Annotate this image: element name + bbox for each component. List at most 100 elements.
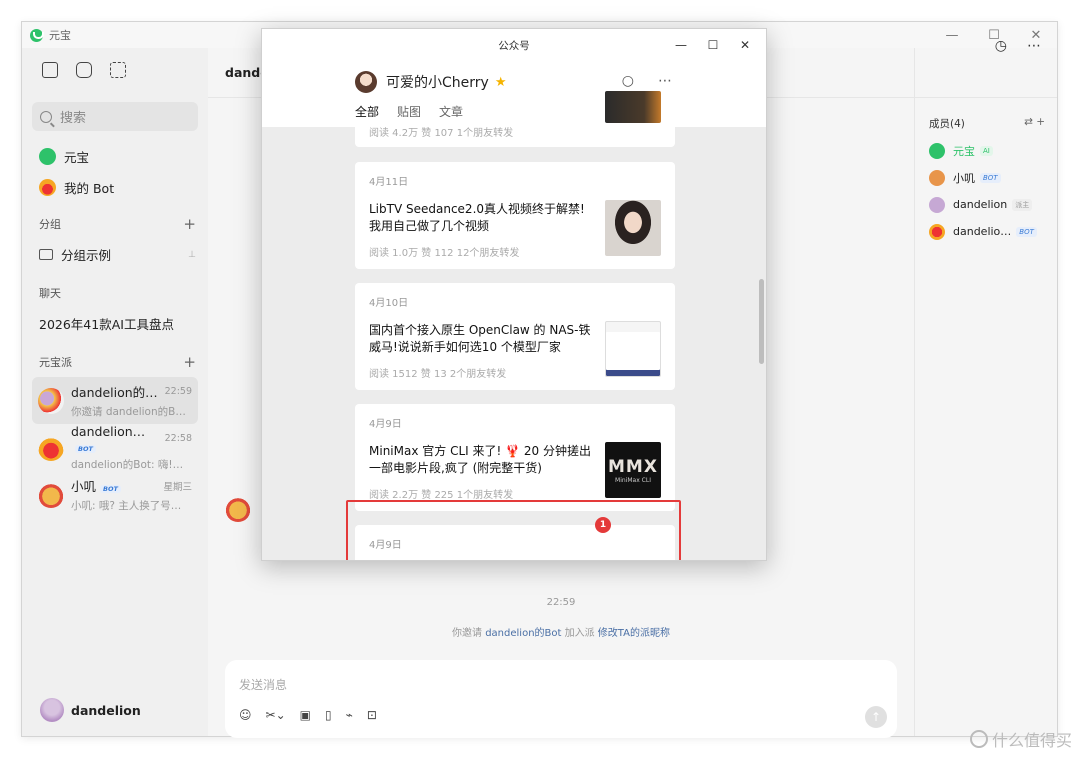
members-title: 成员(4) — [929, 118, 965, 130]
article-card[interactable]: 4月11日 LibTV Seedance2.0真人视频终于解禁!我用自己做了几个… — [355, 162, 675, 269]
app-title: 元宝 — [49, 29, 71, 42]
popup-maximize-button[interactable]: ☐ — [698, 29, 728, 61]
sidebar-item-group-example[interactable]: 分组示例 ⊥ — [22, 239, 208, 270]
composer[interactable]: 发送消息 ☺ ✂⌄ ▣ ▯ ⌁ ⊡ ↑ — [225, 660, 897, 738]
yuanbao-icon — [39, 148, 56, 165]
select-icon[interactable] — [110, 62, 126, 78]
current-user[interactable]: dandelion — [40, 698, 141, 722]
sidebar-item-chat[interactable]: 2026年41款AI工具盘点 — [22, 308, 208, 339]
chat-item[interactable]: 小叽 BOT 星期三 小叽: 哦? 主人换了号… — [32, 471, 198, 518]
article-thumbnail: MMX MiniMax CLI — [605, 442, 661, 498]
sidebar-item-my-bot[interactable]: 我的 Bot — [22, 172, 208, 203]
sidebar-item-label: 2026年41款AI工具盘点 — [39, 317, 174, 332]
popup-close-button[interactable]: ✕ — [730, 29, 760, 61]
watermark-text: 什么值得买 — [991, 731, 1072, 750]
article-card[interactable]: 4月10日 国内首个接入原生 OpenClaw 的 NAS-铁威马!说说新手如何… — [355, 283, 675, 390]
chat-item[interactable]: dandelion… BOT 22:58 dandelion的Bot: 嗨!… — [32, 424, 198, 471]
yuanbao-logo-icon — [30, 28, 44, 42]
article-date: 4月11日 — [369, 177, 409, 188]
popup-minimize-button[interactable]: — — [666, 29, 696, 61]
share-icon[interactable]: ⊡ — [367, 708, 377, 722]
chat-preview: 小叽: 哦? 主人换了号… — [71, 500, 182, 512]
minimize-button[interactable]: — — [931, 22, 973, 48]
chat-preview: dandelion的Bot: 嗨!… — [71, 458, 184, 471]
bot-icon — [39, 179, 56, 196]
search-placeholder: 搜索 — [60, 111, 87, 126]
search-icon[interactable]: ○ — [622, 73, 634, 89]
sidebar-item-yuanbao[interactable]: 元宝 — [22, 141, 208, 172]
article-feed: 阅读 4.2万 赞 107 1个朋友转发 4月11日 LibTV Seedanc… — [262, 91, 766, 560]
more-icon[interactable]: ⋯ — [658, 73, 672, 89]
article-thumbnail — [605, 321, 661, 377]
user-name: dandelion — [71, 702, 141, 718]
star-icon[interactable]: ★ — [495, 75, 507, 90]
search-icon — [40, 110, 52, 123]
article-thumbnail — [605, 200, 661, 256]
member-item[interactable]: dandelion 派主 — [915, 191, 1057, 218]
thumb-subtext: MiniMax CLI — [615, 476, 651, 484]
sidebar-item-label: 元宝 — [64, 150, 90, 165]
article-meta: 阅读 4.2万 赞 107 1个朋友转发 — [369, 128, 514, 139]
chat-item[interactable]: dandelion的… 22:59 你邀请 dandelion的Bo… — [32, 377, 198, 424]
role-badge: AI — [980, 145, 993, 156]
official-account-window: 公众号 — ☐ ✕ 可爱的小Cherry ★ ○ ⋯ 全部 贴图 文章 阅读 4… — [261, 28, 767, 561]
history-icon[interactable]: ◷ — [995, 38, 1007, 54]
scissors-icon[interactable]: ✂⌄ — [266, 708, 286, 722]
member-item[interactable]: 元宝 AI — [915, 137, 1057, 164]
xiaoji-avatar — [929, 169, 945, 186]
search-input[interactable]: 搜索 — [32, 102, 198, 131]
article-card[interactable]: 4月9日 MiniMax 官方 CLI 来了! 🦞 20 分钟搓出一部电影片段,… — [355, 404, 675, 511]
chat-preview: 你邀请 dandelion的Bo… — [71, 406, 192, 418]
more-icon[interactable]: ⋯ — [1027, 38, 1041, 54]
members-actions[interactable]: ⇄ + — [1024, 116, 1045, 131]
group-avatar — [38, 387, 64, 414]
link-icon[interactable]: ⌁ — [346, 708, 353, 722]
bot-badge: BOT — [75, 444, 96, 453]
note-bot-link[interactable]: dandelion的Bot — [485, 628, 561, 639]
article-title: MiniMax 官方 CLI 来了! 🦞 20 分钟搓出一部电影片段,疯了 (附… — [369, 444, 591, 475]
add-group-icon[interactable]: + — [183, 215, 196, 233]
file-icon[interactable]: ▯ — [325, 708, 332, 722]
member-item[interactable]: 小叽 BOT — [915, 164, 1057, 191]
bot-message-avatar — [225, 496, 251, 522]
chat-time: 星期三 — [163, 481, 192, 493]
rename-link[interactable]: 修改TA的派昵称 — [598, 628, 670, 639]
emoji-icon[interactable]: ☺ — [239, 708, 252, 722]
sidebar: 搜索 元宝 我的 Bot 分组 + 分组示例 ⊥ 聊天 2026年41款AI工具… — [22, 48, 208, 736]
yuanbao-avatar — [929, 142, 945, 159]
role-badge: BOT — [980, 172, 1001, 183]
bot-avatar — [929, 223, 945, 240]
yuanbao-group-label: 元宝派 — [39, 356, 72, 369]
highlight-box — [346, 500, 681, 560]
send-button[interactable]: ↑ — [865, 706, 887, 728]
member-item[interactable]: dandelio… BOT — [915, 218, 1057, 245]
bot-badge: BOT — [100, 485, 121, 493]
article-meta: 阅读 1.0万 赞 112 12个朋友转发 — [369, 248, 520, 259]
account-avatar — [355, 71, 377, 93]
sidebar-toggle-icon[interactable] — [42, 62, 58, 78]
chat-name: dandelion… — [71, 423, 146, 439]
new-chat-icon[interactable] — [76, 62, 92, 78]
watermark: 什么值得买 — [969, 727, 1072, 751]
chat-time: 22:58 — [164, 433, 192, 444]
add-pai-icon[interactable]: + — [183, 353, 196, 371]
members-header: 成员(4) ⇄ + — [915, 98, 1057, 131]
group-header: 分组 + — [22, 209, 208, 239]
article-date: 4月9日 — [369, 419, 402, 430]
popup-title-bar: 公众号 — ☐ ✕ — [262, 29, 766, 61]
role-badge: BOT — [1016, 226, 1037, 237]
folder-icon — [39, 249, 53, 260]
group-header-label: 分组 — [39, 218, 61, 231]
highlight-badge: 1 — [595, 517, 611, 533]
member-name: 小叽 — [953, 171, 975, 185]
image-icon[interactable]: ▣ — [300, 708, 311, 722]
article-card[interactable]: 阅读 4.2万 赞 107 1个朋友转发 — [355, 91, 675, 147]
thumb-text: MMX — [608, 456, 658, 477]
role-badge: 派主 — [1012, 198, 1033, 211]
chat-header-label: 聊天 — [39, 287, 61, 300]
scrollbar[interactable] — [759, 279, 764, 364]
pin-icon[interactable]: ⊥ — [188, 250, 196, 260]
message-input[interactable]: 发送消息 — [239, 676, 287, 693]
chat-name: dandelion的… — [71, 385, 158, 400]
article-title: LibTV Seedance2.0真人视频终于解禁!我用自己做了几个视频 — [369, 202, 585, 233]
